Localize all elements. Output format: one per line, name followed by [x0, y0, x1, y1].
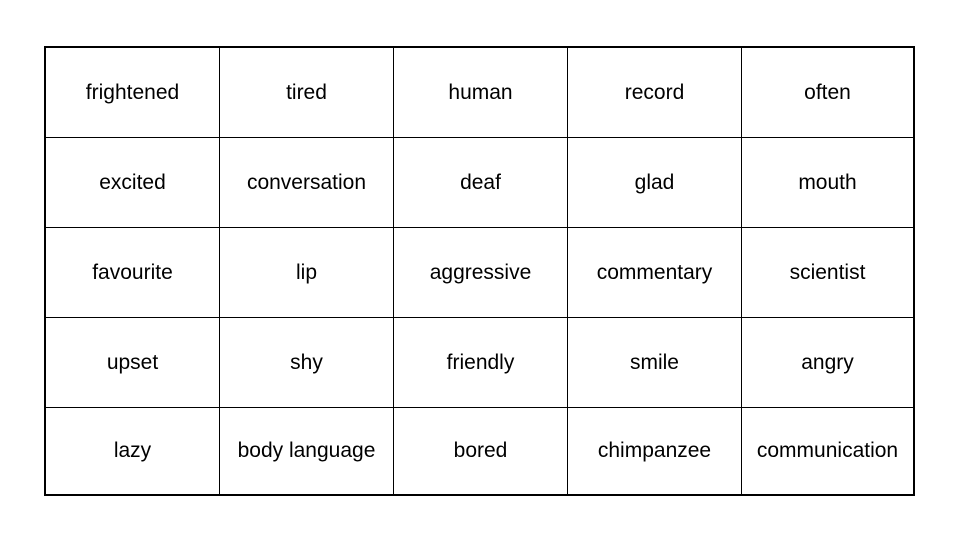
word-cell: human	[394, 48, 568, 138]
word-cell: deaf	[394, 138, 568, 228]
word-cell: chimpanzee	[568, 408, 742, 494]
word-cell: mouth	[742, 138, 913, 228]
word-cell: body language	[220, 408, 394, 494]
word-cell: tired	[220, 48, 394, 138]
word-cell: lip	[220, 228, 394, 318]
word-cell: favourite	[46, 228, 220, 318]
word-cell: communication	[756, 439, 899, 462]
word-cell: excited	[46, 138, 220, 228]
word-cell: upset	[46, 318, 220, 408]
word-cell: shy	[220, 318, 394, 408]
word-cell: lazy	[46, 408, 220, 494]
word-grid-table: frightened tired human record often exci…	[44, 46, 915, 496]
word-cell: commentary	[568, 228, 742, 318]
word-cell: aggressive	[394, 228, 568, 318]
word-cell: scientist	[742, 228, 913, 318]
word-cell: smile	[568, 318, 742, 408]
word-cell: conversation	[220, 138, 394, 228]
word-cell: often	[742, 48, 913, 138]
word-cell: record	[568, 48, 742, 138]
word-cell: glad	[568, 138, 742, 228]
word-cell: angry	[742, 318, 913, 408]
word-cell: frightened	[46, 48, 220, 138]
word-cell: friendly	[394, 318, 568, 408]
word-cell: bored	[394, 408, 568, 494]
